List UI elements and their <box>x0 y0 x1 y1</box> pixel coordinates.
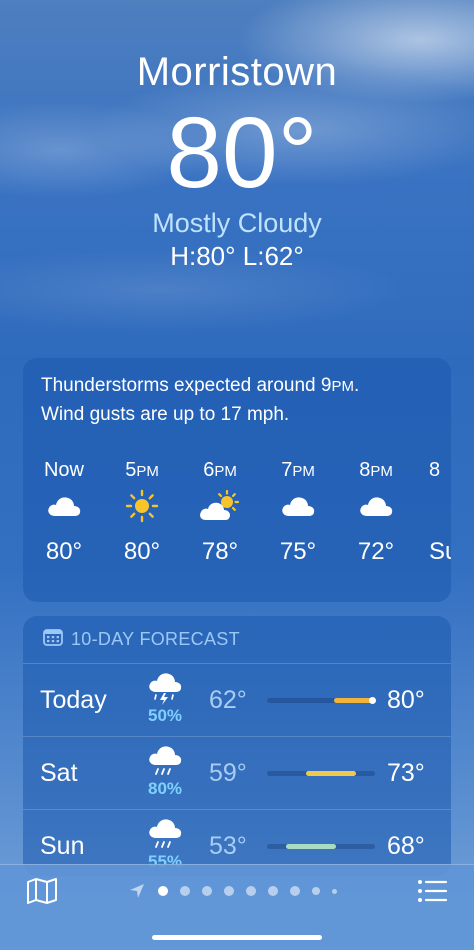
page-dot-active[interactable] <box>158 886 168 896</box>
hour-time: 8 <box>359 459 371 481</box>
page-dot[interactable] <box>246 886 256 896</box>
forecast-day: Sun <box>40 832 85 860</box>
forecast-row[interactable]: Sat 80% 59° 73° <box>23 736 451 809</box>
partly-cloudy-icon <box>181 484 259 528</box>
hour-suffix: PM <box>370 463 393 480</box>
page-dot[interactable] <box>312 887 320 895</box>
high-temp: 68° <box>387 832 425 860</box>
alert-line1-end: . <box>353 375 360 396</box>
hour-time: 7 <box>281 459 293 481</box>
cloud-icon <box>259 484 337 528</box>
forecast-header: 10-DAY FORECAST <box>43 628 240 651</box>
condition-text: Mostly Cloudy <box>152 208 322 238</box>
sun-icon <box>103 484 181 528</box>
hour-item: Now 80° <box>25 456 103 566</box>
precip-chance: 80% <box>147 779 183 798</box>
hour-temp: 80° <box>123 538 161 565</box>
rain-icon <box>143 818 187 854</box>
current-temp-dot <box>369 697 376 704</box>
temp-range-fill <box>305 771 356 776</box>
low-temp: 59° <box>209 759 247 787</box>
low-temp: 53° <box>209 832 247 860</box>
alert-line1: Thunderstorms expected around 9 <box>41 375 332 396</box>
current-temperature: 80° <box>166 97 318 209</box>
list-icon[interactable] <box>416 877 448 905</box>
temp-range-bar <box>267 697 376 704</box>
hour-item: 8PM 72° <box>337 456 415 566</box>
rain-icon <box>143 745 187 781</box>
thunderstorm-icon <box>143 672 187 708</box>
home-indicator[interactable] <box>152 935 322 940</box>
high-temp: 73° <box>387 759 425 787</box>
precip-chance: 50% <box>147 706 183 725</box>
cloud-icon <box>25 484 103 528</box>
hourly-forecast-card[interactable]: Thunderstorms expected around 9PM. Wind … <box>23 358 451 602</box>
bottom-toolbar <box>0 864 474 950</box>
low-temp: 62° <box>209 686 247 714</box>
hour-suffix: PM <box>214 463 237 480</box>
high-low-text: H:80° L:62° <box>170 241 304 271</box>
hour-temp: Su <box>429 538 451 565</box>
location-arrow-icon <box>130 884 144 898</box>
hour-item-partial: 8 Su <box>415 456 451 566</box>
hour-time: 5 <box>125 459 137 481</box>
alert-line2: Wind gusts are up to 17 mph. <box>41 404 290 425</box>
temp-range-fill <box>286 844 337 849</box>
forecast-day: Sat <box>40 759 78 787</box>
cloud-icon <box>337 484 415 528</box>
alert-line1-suffix: PM <box>331 378 354 395</box>
hour-temp: 80° <box>45 538 83 565</box>
hour-temp: 72° <box>357 538 395 565</box>
hour-item: 5PM 80° <box>103 456 181 566</box>
page-indicator[interactable] <box>128 881 349 901</box>
forecast-day: Today <box>40 686 107 714</box>
page-dot[interactable] <box>202 886 212 896</box>
page-dot[interactable] <box>332 888 337 894</box>
hour-time: Now <box>43 459 84 481</box>
hour-time: 8 <box>429 459 441 481</box>
ten-day-forecast-card[interactable]: 10-DAY FORECAST Today 50% 62° 80° Sat 80… <box>23 616 451 876</box>
page-dot[interactable] <box>290 886 300 896</box>
page-dot[interactable] <box>180 886 190 896</box>
city-name: Morristown <box>136 50 338 94</box>
temp-range-bar <box>267 771 375 776</box>
map-icon[interactable] <box>26 877 58 905</box>
temp-range-bar <box>267 844 375 849</box>
hour-time: 6 <box>203 459 215 481</box>
calendar-icon <box>43 628 63 651</box>
hour-item: 7PM 75° <box>259 456 337 566</box>
forecast-row[interactable]: Today 50% 62° 80° <box>23 663 451 736</box>
hourly-strip[interactable]: Now 80° 5PM 80° 6PM 78° 7PM 75° 8PM 72° … <box>23 456 451 596</box>
hour-temp: 78° <box>201 538 239 565</box>
hour-suffix: PM <box>292 463 315 480</box>
high-temp: 80° <box>387 686 425 714</box>
weather-alert-text: Thunderstorms expected around 9PM. Wind … <box>41 372 441 429</box>
hour-temp: 75° <box>279 538 317 565</box>
hour-suffix: PM <box>136 463 159 480</box>
page-dot[interactable] <box>224 886 234 896</box>
hour-item: 6PM 78° <box>181 456 259 566</box>
page-dot[interactable] <box>268 886 278 896</box>
forecast-title: 10-DAY FORECAST <box>71 629 240 649</box>
